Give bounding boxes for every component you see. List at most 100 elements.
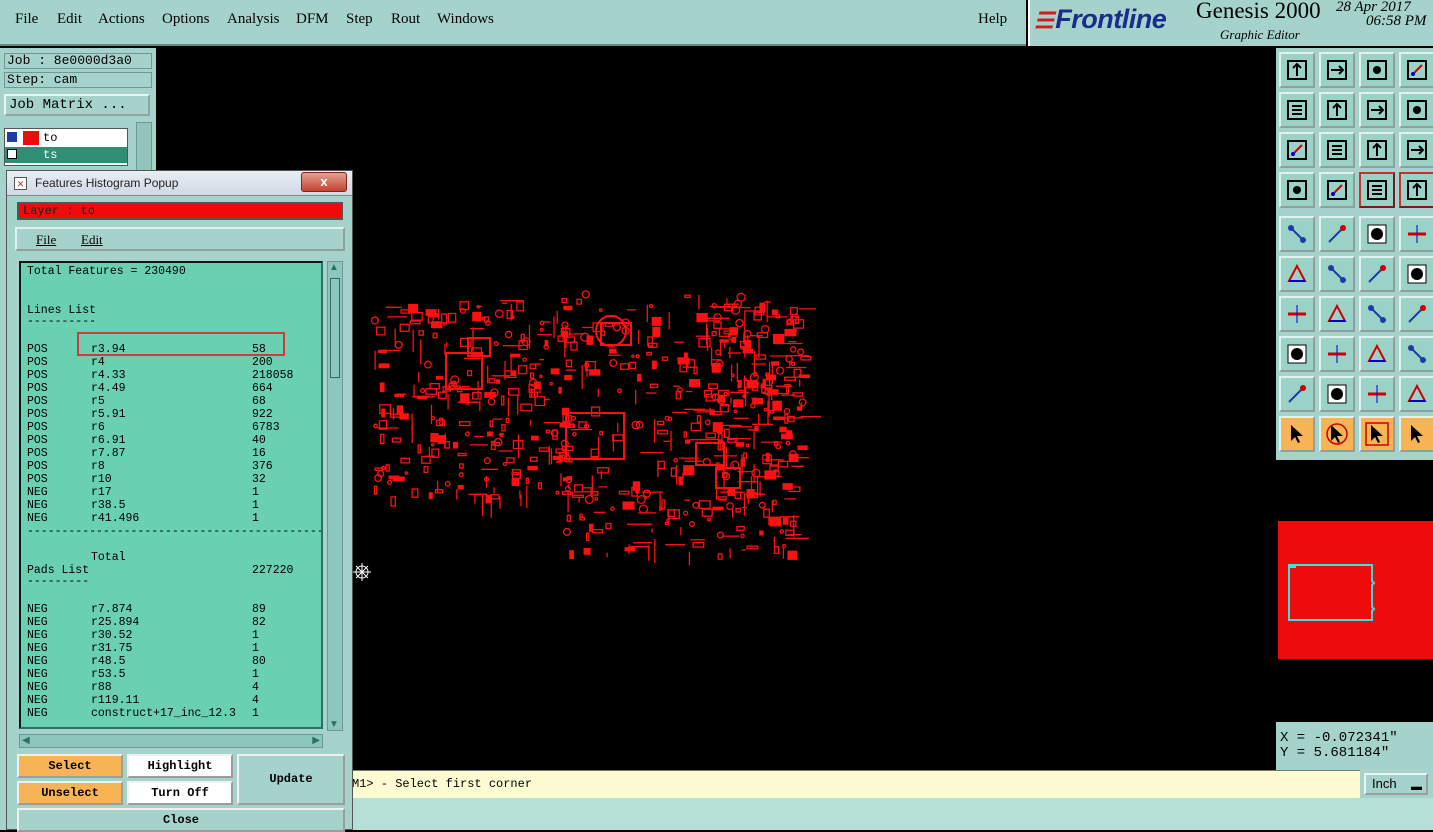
menu-options[interactable]: Options (162, 11, 210, 28)
count-cell: 1 (252, 486, 259, 499)
measure-box-button[interactable] (1359, 336, 1395, 372)
arc-button[interactable] (1359, 296, 1395, 332)
line-blue-button[interactable] (1399, 256, 1433, 292)
component-button[interactable] (1399, 336, 1433, 372)
scroll-left-icon[interactable]: ◀ (22, 735, 30, 746)
move-down-button[interactable] (1319, 52, 1355, 88)
menu-rout[interactable]: Rout (391, 11, 420, 28)
layer-checkbox[interactable] (7, 149, 17, 159)
layer-row-to[interactable]: to (5, 130, 127, 146)
measure-tool-button[interactable] (1279, 172, 1315, 208)
count-cell: 1 (252, 499, 259, 512)
scroll-right-icon[interactable]: ▶ (312, 735, 320, 746)
polarity-cell: POS (27, 447, 48, 460)
move-up-button[interactable] (1279, 52, 1315, 88)
flip-text-button[interactable] (1399, 296, 1433, 332)
popup-menu-edit[interactable]: Edit (81, 232, 103, 248)
net-highlight-button[interactable] (1359, 172, 1395, 208)
pointer-route-button[interactable] (1399, 416, 1433, 452)
layer-row-ts[interactable]: ts (5, 147, 127, 163)
triangle-x-button[interactable] (1399, 376, 1433, 412)
scroll-down-icon[interactable]: ▼ (329, 719, 339, 730)
net-select-button[interactable] (1399, 172, 1433, 208)
x-coordinate: X = -0.072341" (1280, 730, 1398, 746)
undo-zoom-button[interactable] (1359, 92, 1395, 128)
popup-titlebar[interactable]: ✕ Features Histogram Popup x (7, 171, 352, 196)
job-matrix-button[interactable]: Job Matrix ... (4, 94, 150, 116)
count-cell: 6783 (252, 421, 280, 434)
menu-actions[interactable]: Actions (98, 11, 145, 28)
menu-windows[interactable]: Windows (437, 11, 494, 28)
layer-list[interactable]: to ts (4, 128, 128, 166)
diagonal-line-button[interactable] (1319, 296, 1355, 332)
menu-step[interactable]: Step (346, 11, 373, 28)
scroll-thumb[interactable] (330, 278, 340, 378)
one-to-two-button[interactable] (1359, 132, 1395, 168)
select-button[interactable]: Select (17, 754, 123, 778)
symbol-cell: r38.5 (91, 499, 126, 512)
pad-symbol-button[interactable] (1279, 216, 1315, 252)
angle-button[interactable] (1279, 296, 1315, 332)
move-left-button[interactable] (1279, 92, 1315, 128)
polarity-cell: NEG (27, 499, 48, 512)
triangle-outline-button[interactable] (1279, 376, 1315, 412)
node-move-button[interactable] (1279, 336, 1315, 372)
menu-help[interactable]: Help (978, 11, 1007, 28)
symbol-cell: r30.52 (91, 629, 133, 642)
zoom-center-button[interactable] (1319, 132, 1355, 168)
overview-map[interactable] (1276, 460, 1433, 722)
unit-dropdown[interactable]: Inch ▬ (1364, 773, 1428, 795)
polarity-cell: NEG (27, 694, 48, 707)
popup-close-button[interactable]: x (301, 172, 347, 192)
redraw-button[interactable] (1399, 92, 1433, 128)
turn-off-button[interactable]: Turn Off (127, 781, 233, 805)
pointer-circle-button[interactable] (1359, 416, 1395, 452)
unselect-button[interactable]: Unselect (17, 781, 123, 805)
count-cell: 16 (252, 447, 266, 460)
polarity-cell: NEG (27, 629, 48, 642)
pointer-button[interactable] (1279, 416, 1315, 452)
segment-button[interactable] (1319, 336, 1355, 372)
triangle-a-button[interactable] (1319, 376, 1355, 412)
symbol-cell: r6.91 (91, 434, 126, 447)
job-label: Job : 8e0000d3a0 (4, 53, 152, 69)
circle-fill-button[interactable] (1399, 216, 1433, 252)
fit-screen-button[interactable] (1279, 132, 1315, 168)
histogram-vertical-scrollbar[interactable]: ▲ ▼ (327, 261, 343, 731)
polarity-cell: NEG (27, 668, 48, 681)
close-button[interactable]: Close (17, 808, 345, 832)
symbol-cell: r53.5 (91, 668, 126, 681)
ruler-button[interactable] (1359, 216, 1395, 252)
popup-layer-label: Layer : to (17, 202, 343, 220)
highlight-button[interactable]: Highlight (127, 754, 233, 778)
pointer-box-button[interactable] (1319, 416, 1355, 452)
symbol-cell: r4.33 (91, 369, 126, 382)
update-button[interactable]: Update (237, 754, 345, 805)
main-menubar: File Edit Actions Options Analysis DFM S… (0, 0, 1026, 46)
window-split-button[interactable] (1399, 52, 1433, 88)
move-right-button[interactable] (1319, 92, 1355, 128)
layer-list-scrollbar[interactable] (136, 122, 152, 174)
connect-nodes-button[interactable] (1279, 256, 1315, 292)
cross-button[interactable] (1319, 256, 1355, 292)
symbol-cell: r25.894 (91, 616, 140, 629)
polarity-cell: NEG (27, 681, 48, 694)
polygon-button[interactable] (1319, 216, 1355, 252)
layer-checkbox[interactable] (7, 132, 17, 142)
popup-menu-file[interactable]: File (36, 232, 56, 248)
line-red-button[interactable] (1359, 256, 1395, 292)
menu-edit[interactable]: Edit (57, 11, 82, 28)
help-button[interactable] (1399, 132, 1433, 168)
histogram-horizontal-scrollbar[interactable]: ◀ ▶ (19, 734, 323, 748)
menu-dfm[interactable]: DFM (296, 11, 329, 28)
arch-button[interactable] (1359, 376, 1395, 412)
count-cell: 32 (252, 473, 266, 486)
scroll-up-icon[interactable]: ▲ (329, 262, 339, 273)
menu-analysis[interactable]: Analysis (227, 11, 280, 28)
brand-banner: ☰Frontline Genesis 2000 Graphic Editor 2… (1028, 0, 1433, 46)
probe-button[interactable] (1319, 172, 1355, 208)
polarity-cell: POS (27, 434, 48, 447)
home-button[interactable] (1359, 52, 1395, 88)
menu-file[interactable]: File (15, 11, 38, 28)
polarity-cell: NEG (27, 642, 48, 655)
